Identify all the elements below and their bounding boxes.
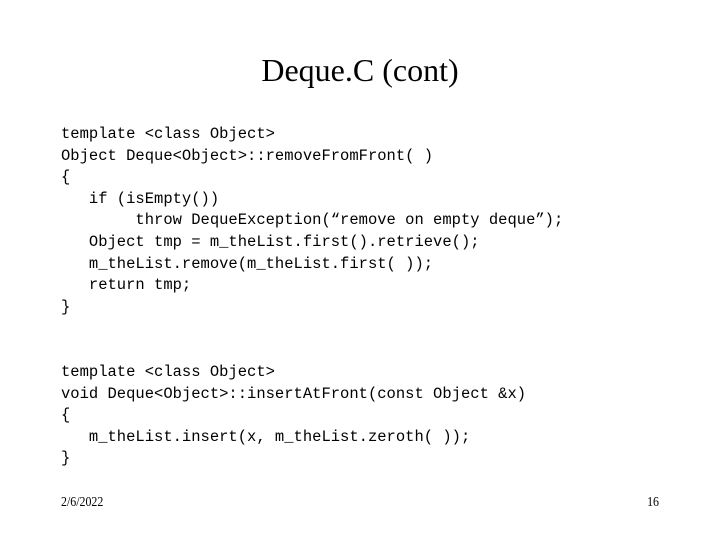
code-line: } — [61, 297, 71, 316]
code-block-remove-from-front: template <class Object> Object Deque<Obje… — [61, 124, 563, 318]
code-line: Object tmp = m_theList.first().retrieve(… — [61, 232, 480, 251]
code-line: throw DequeException(“remove on empty de… — [61, 211, 564, 230]
code-line: { — [61, 168, 71, 187]
code-line: void Deque<Object>::insertAtFront(const … — [61, 384, 527, 403]
code-line: template <class Object> — [61, 125, 275, 143]
code-block-insert-at-front: template <class Object> void Deque<Object… — [61, 362, 526, 470]
footer-page-number: 16 — [647, 495, 659, 510]
footer-date: 2/6/2022 — [61, 495, 104, 510]
code-line: return tmp; — [61, 276, 192, 295]
code-line: template <class Object> — [61, 363, 275, 381]
code-line: m_theList.remove(m_theList.first( )); — [61, 254, 434, 273]
code-line: if (isEmpty()) — [61, 189, 220, 208]
code-line: Object Deque<Object>::removeFromFront( ) — [61, 146, 434, 165]
code-line: { — [61, 406, 71, 425]
code-line: m_theList.insert(x, m_theList.zeroth( ))… — [61, 427, 471, 446]
slide-title: Deque.C (cont) — [261, 52, 459, 88]
code-line: } — [61, 449, 71, 468]
